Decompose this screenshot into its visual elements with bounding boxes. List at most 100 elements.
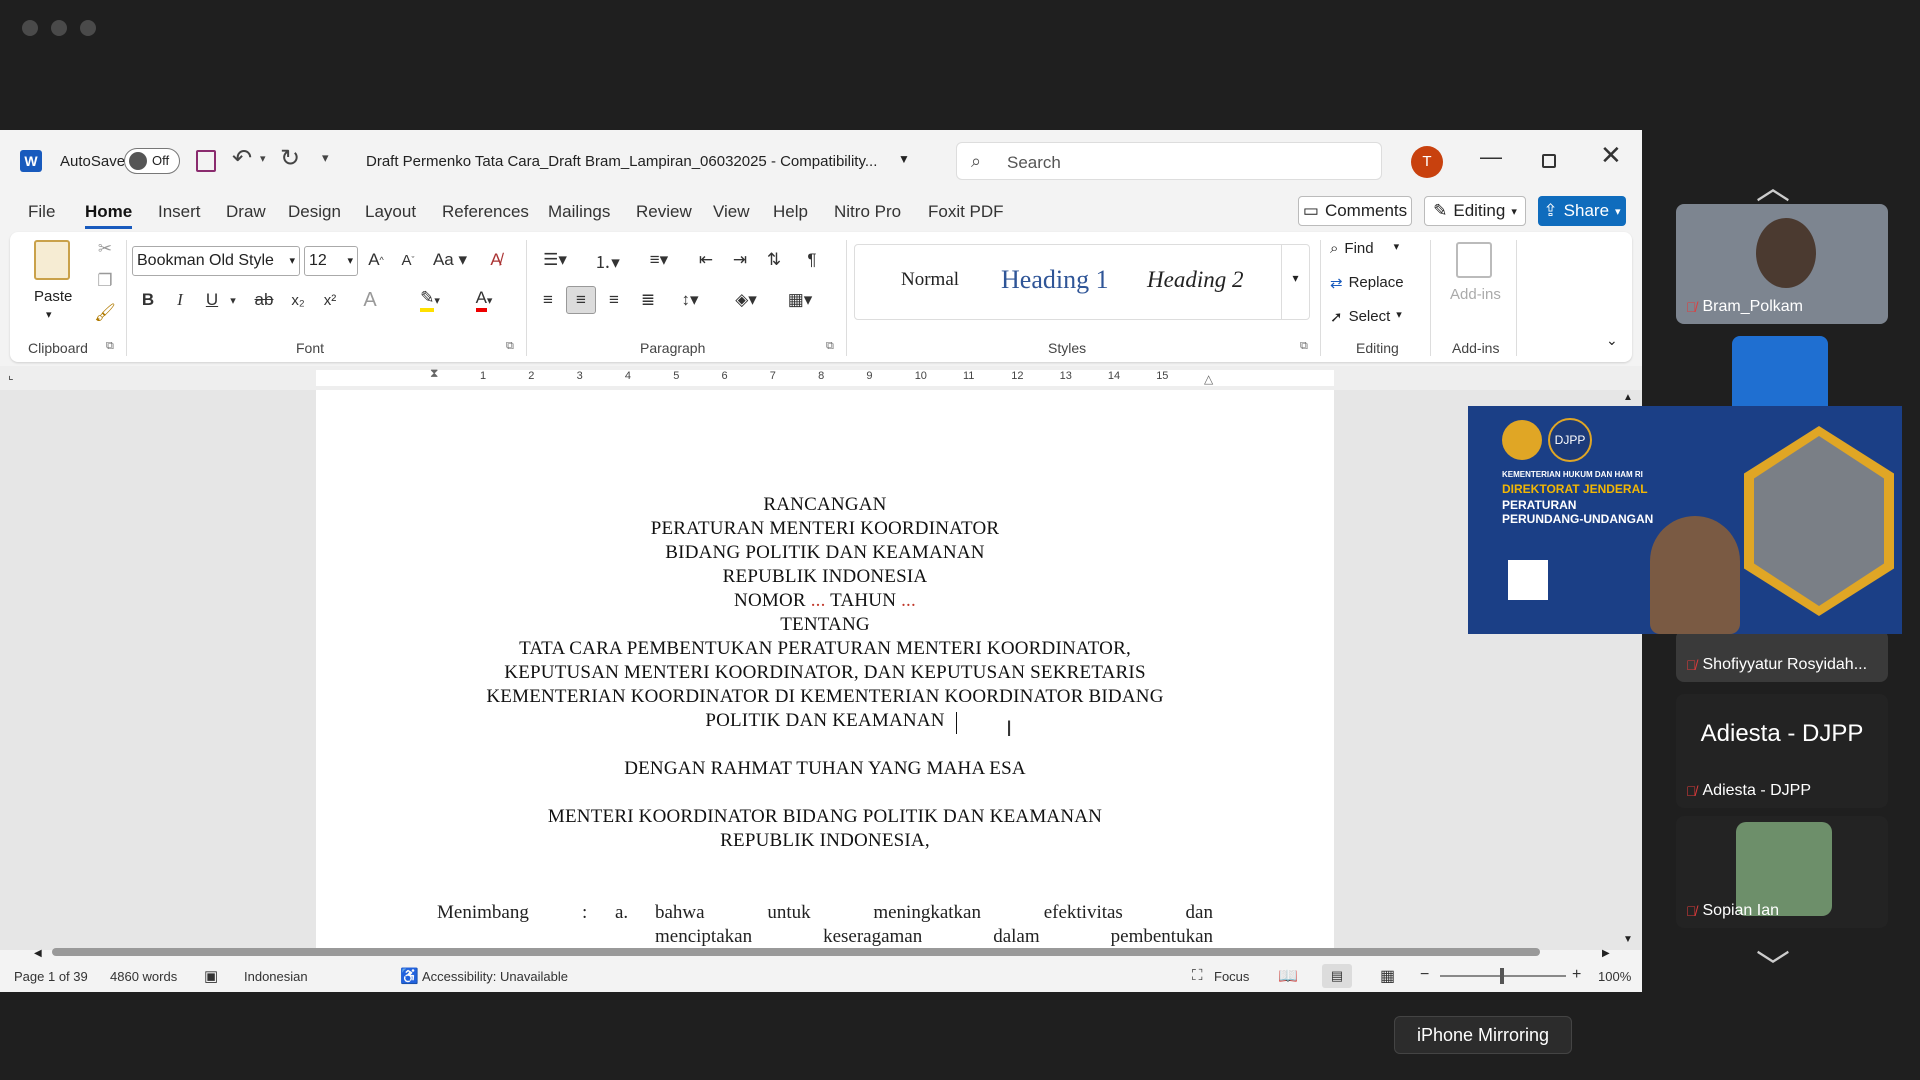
- tab-foxit-pdf[interactable]: Foxit PDF: [928, 202, 1004, 222]
- search-box[interactable]: ⌕ Search: [956, 142, 1382, 180]
- focus-button[interactable]: Focus: [1214, 969, 1249, 984]
- clear-formatting-icon[interactable]: A̸: [482, 246, 510, 274]
- line-spacing-icon[interactable]: ↕▾: [670, 286, 710, 314]
- scroll-up-icon[interactable]: ▲: [1623, 392, 1633, 403]
- document-title[interactable]: Draft Permenko Tata Cara_Draft Bram_Lamp…: [366, 153, 877, 170]
- zoom-in-icon[interactable]: +: [1572, 966, 1581, 984]
- editing-mode-button[interactable]: ✎ Editing ▾: [1424, 196, 1526, 226]
- minimize-traffic-light[interactable]: [51, 20, 67, 36]
- paste-icon[interactable]: [34, 240, 70, 280]
- restore-icon[interactable]: [1542, 154, 1556, 168]
- copy-icon[interactable]: ❐: [94, 270, 116, 292]
- close-icon[interactable]: ✕: [1600, 140, 1622, 171]
- document-canvas[interactable]: RANCANGAN PERATURAN MENTERI KOORDINATOR …: [0, 390, 1642, 950]
- scroll-down-chevron-icon[interactable]: ﹀: [1756, 940, 1790, 989]
- sort-icon[interactable]: ⇅: [760, 246, 788, 274]
- zoom-out-icon[interactable]: −: [1420, 966, 1429, 984]
- dialog-launcher-icon[interactable]: ⧉: [1300, 340, 1308, 353]
- show-formatting-icon[interactable]: ¶: [798, 246, 826, 274]
- save-icon[interactable]: [196, 150, 216, 172]
- floating-video-window[interactable]: DJPP KEMENTERIAN HUKUM DAN HAM RI DIREKT…: [1468, 406, 1902, 634]
- font-color-icon[interactable]: A ▾: [464, 286, 504, 314]
- undo-dropdown-icon[interactable]: ▾: [260, 152, 266, 165]
- highlight-icon[interactable]: ✎ ▾: [410, 286, 450, 314]
- justify-icon[interactable]: ≣: [634, 286, 662, 314]
- minimize-icon[interactable]: —: [1480, 144, 1502, 170]
- add-ins-icon[interactable]: [1456, 242, 1492, 278]
- align-right-icon[interactable]: ≡: [600, 286, 628, 314]
- tab-insert[interactable]: Insert: [158, 202, 201, 222]
- tab-file[interactable]: File: [28, 202, 55, 222]
- superscript-icon[interactable]: x²: [316, 286, 344, 314]
- increase-indent-icon[interactable]: ⇥: [726, 246, 754, 274]
- align-left-icon[interactable]: ≡: [534, 286, 562, 314]
- cut-icon[interactable]: ✂: [94, 238, 116, 260]
- tab-view[interactable]: View: [713, 202, 750, 222]
- language[interactable]: Indonesian: [244, 969, 308, 984]
- collapse-ribbon-icon[interactable]: ⌄: [1606, 332, 1618, 349]
- borders-icon[interactable]: ▦▾: [780, 286, 820, 314]
- tab-nitro-pro[interactable]: Nitro Pro: [834, 202, 901, 222]
- text-effects-icon[interactable]: A: [352, 286, 388, 314]
- page-count[interactable]: Page 1 of 39: [14, 969, 88, 984]
- dialog-launcher-icon[interactable]: ⧉: [106, 340, 114, 353]
- participant-tile[interactable]: 🎙̸ Sopian Ian: [1676, 816, 1888, 928]
- paste-dropdown-icon[interactable]: ▾: [46, 308, 52, 321]
- tab-help[interactable]: Help: [773, 202, 808, 222]
- dialog-launcher-icon[interactable]: ⧉: [506, 340, 514, 353]
- style-heading-1[interactable]: Heading 1: [1001, 265, 1109, 295]
- customize-toolbar-icon[interactable]: ▾: [322, 150, 329, 166]
- grow-font-icon[interactable]: A ^: [362, 246, 390, 274]
- zoom-level[interactable]: 100%: [1598, 969, 1631, 984]
- italic-icon[interactable]: I: [166, 286, 194, 314]
- proofing-icon[interactable]: ▣: [204, 967, 218, 985]
- tab-references[interactable]: References: [442, 202, 529, 222]
- user-avatar[interactable]: T: [1411, 146, 1443, 178]
- subscript-icon[interactable]: x₂: [284, 286, 312, 314]
- change-case-icon[interactable]: Aa ▾: [428, 246, 472, 274]
- undo-icon[interactable]: ↶: [232, 144, 252, 173]
- web-layout-icon[interactable]: ▦: [1380, 966, 1395, 986]
- share-button[interactable]: ⇪ Share ▾: [1538, 196, 1626, 226]
- style-normal[interactable]: Normal: [901, 269, 959, 291]
- numbering-icon[interactable]: ⒈▾: [586, 246, 628, 274]
- multilevel-list-icon[interactable]: ≡▾: [638, 246, 680, 274]
- decrease-indent-icon[interactable]: ⇤: [692, 246, 720, 274]
- dialog-launcher-icon[interactable]: ⧉: [826, 340, 834, 353]
- autosave-toggle[interactable]: Off: [124, 148, 180, 174]
- zoom-slider[interactable]: [1440, 968, 1566, 984]
- participant-tile[interactable]: Adiesta - DJPP 🎙̸ Adiesta - DJPP: [1676, 694, 1888, 808]
- word-count[interactable]: 4860 words: [110, 969, 177, 984]
- accessibility-status[interactable]: Accessibility: Unavailable: [422, 969, 568, 984]
- scroll-up-chevron-icon[interactable]: ︿: [1756, 160, 1790, 209]
- zoom-slider-thumb[interactable]: [1500, 968, 1504, 984]
- tab-design[interactable]: Design: [288, 202, 341, 222]
- underline-icon[interactable]: U: [198, 286, 226, 314]
- shrink-font-icon[interactable]: Aˇ: [394, 246, 422, 274]
- participant-avatar-tile[interactable]: [1732, 336, 1828, 416]
- tab-draw[interactable]: Draw: [226, 202, 266, 222]
- tab-home[interactable]: Home: [85, 202, 133, 229]
- paste-label[interactable]: Paste: [34, 288, 72, 305]
- participant-tile[interactable]: 🎙̸ Shofiyyatur Rosyidah...: [1676, 630, 1888, 682]
- tab-review[interactable]: Review: [636, 202, 692, 222]
- align-center-icon[interactable]: ≡: [566, 286, 596, 314]
- bold-icon[interactable]: B: [134, 286, 162, 314]
- bullets-icon[interactable]: ☰▾: [534, 246, 576, 274]
- tab-mailings[interactable]: Mailings: [548, 202, 610, 222]
- document-page[interactable]: RANCANGAN PERATURAN MENTERI KOORDINATOR …: [316, 390, 1334, 950]
- read-mode-icon[interactable]: 📖: [1278, 966, 1298, 986]
- replace-button[interactable]: ⇄ Replace: [1330, 274, 1404, 292]
- title-chevron-down-icon[interactable]: ▼: [898, 152, 910, 166]
- comments-button[interactable]: ▭ Comments: [1298, 196, 1412, 226]
- tab-layout[interactable]: Layout: [365, 202, 416, 222]
- scroll-right-icon[interactable]: ▶: [1602, 948, 1610, 959]
- style-heading-2[interactable]: Heading 2: [1147, 267, 1243, 293]
- font-name-select[interactable]: Bookman Old Style ▾: [132, 246, 300, 276]
- add-ins-button-label[interactable]: Add-ins: [1450, 286, 1501, 303]
- scroll-down-icon[interactable]: ▼: [1623, 934, 1633, 945]
- close-traffic-light[interactable]: [22, 20, 38, 36]
- select-button[interactable]: ➚ Select ▾: [1330, 308, 1402, 326]
- find-button[interactable]: ⌕ Find ▾: [1330, 240, 1399, 257]
- zoom-traffic-light[interactable]: [80, 20, 96, 36]
